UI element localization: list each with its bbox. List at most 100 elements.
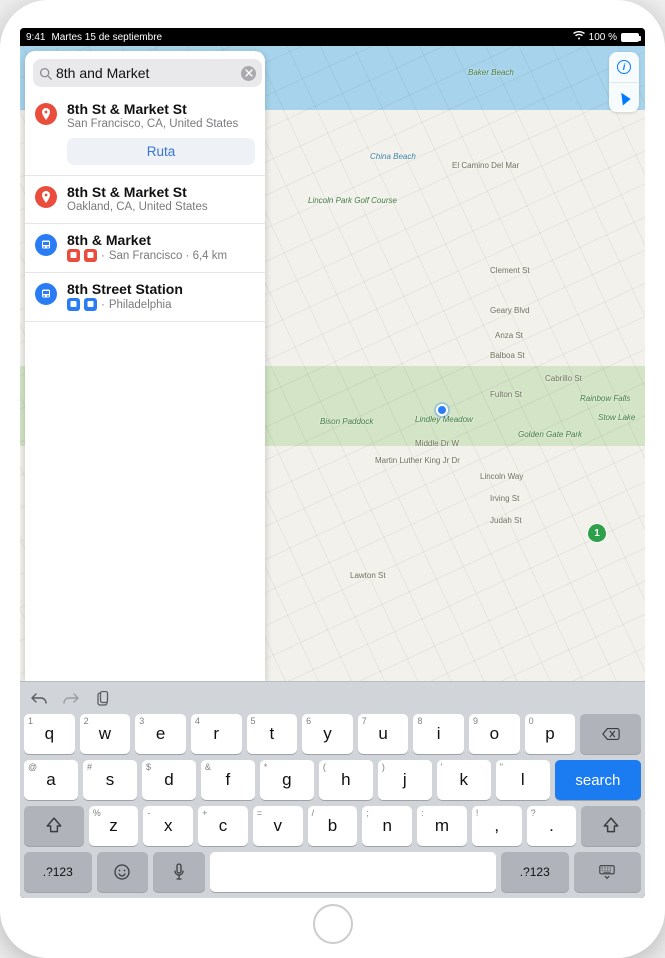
key-search[interactable]: search bbox=[555, 760, 641, 800]
result-title: 8th St & Market St bbox=[67, 101, 255, 117]
key-q[interactable]: 1q bbox=[24, 714, 75, 754]
map-label: Geary Blvd bbox=[490, 306, 530, 315]
key-o[interactable]: 9o bbox=[469, 714, 520, 754]
search-row: Cancelar bbox=[25, 51, 265, 93]
key-r[interactable]: 4r bbox=[191, 714, 242, 754]
redo-button[interactable] bbox=[62, 690, 80, 708]
map-label: Lindley Meadow bbox=[415, 415, 473, 424]
map-label: Balboa St bbox=[490, 351, 525, 360]
map-label: El Camino Del Mar bbox=[452, 161, 519, 170]
key-v[interactable]: =v bbox=[253, 806, 303, 846]
key-k[interactable]: 'k bbox=[437, 760, 491, 800]
clipboard-button[interactable] bbox=[94, 690, 112, 708]
key-x[interactable]: -x bbox=[143, 806, 193, 846]
key-a[interactable]: @a bbox=[24, 760, 78, 800]
location-arrow-icon bbox=[617, 89, 630, 105]
key-s[interactable]: #s bbox=[83, 760, 137, 800]
map-label: Baker Beach bbox=[468, 68, 514, 77]
search-result[interactable]: 8th St & Market StSan Francisco, CA, Uni… bbox=[25, 93, 265, 176]
key-g[interactable]: *g bbox=[260, 760, 314, 800]
key-h[interactable]: (h bbox=[319, 760, 373, 800]
user-location-dot bbox=[436, 404, 448, 416]
result-subtitle: San Francisco, CA, United States bbox=[67, 118, 238, 130]
result-subtitle: Oakland, CA, United States bbox=[67, 201, 208, 213]
transit-line-icon bbox=[84, 249, 97, 262]
battery-percentage: 100 % bbox=[589, 32, 617, 43]
key-n[interactable]: ;n bbox=[362, 806, 412, 846]
route-button[interactable]: Ruta bbox=[67, 138, 255, 165]
search-input[interactable] bbox=[56, 65, 237, 81]
key-dictation[interactable] bbox=[153, 852, 205, 892]
home-button[interactable] bbox=[313, 904, 353, 944]
key-space[interactable] bbox=[210, 852, 496, 892]
key-emoji[interactable] bbox=[97, 852, 149, 892]
result-title: 8th & Market bbox=[67, 232, 255, 248]
transit-line-icon bbox=[67, 298, 80, 311]
info-icon: i bbox=[617, 60, 631, 74]
transit-line-icon bbox=[84, 298, 97, 311]
clear-search-button[interactable] bbox=[241, 66, 256, 81]
key-symbols-right[interactable]: .?123 bbox=[501, 852, 569, 892]
status-bar: 9:41 Martes 15 de septiembre 100 % bbox=[20, 28, 645, 46]
key-j[interactable]: )j bbox=[378, 760, 432, 800]
keyboard: 1q2w3e4r5t6y7u8i9o0p @a#s$d&f*g(h)j'k"ls… bbox=[20, 681, 645, 898]
key-dismiss-keyboard[interactable] bbox=[574, 852, 642, 892]
map-label: Golden Gate Park bbox=[518, 430, 582, 439]
key-z[interactable]: %z bbox=[89, 806, 139, 846]
key-f[interactable]: &f bbox=[201, 760, 255, 800]
map-label: Middle Dr W bbox=[415, 439, 459, 448]
result-title: 8th Street Station bbox=[67, 281, 255, 297]
keyboard-toolbar bbox=[24, 686, 641, 714]
search-result[interactable]: 8th St & Market StOakland, CA, United St… bbox=[25, 176, 265, 224]
map-label: Stow Lake bbox=[598, 413, 635, 422]
result-subtitle: San Francisco · 6,4 km bbox=[109, 250, 227, 262]
status-date: Martes 15 de septiembre bbox=[51, 32, 162, 43]
key-c[interactable]: +c bbox=[198, 806, 248, 846]
key-t[interactable]: 5t bbox=[247, 714, 298, 754]
search-results: 8th St & Market StSan Francisco, CA, Uni… bbox=[25, 93, 265, 322]
key-w[interactable]: 2w bbox=[80, 714, 131, 754]
highway-shield: 1 bbox=[588, 524, 606, 542]
clear-x-icon bbox=[245, 69, 253, 77]
map-label: Lawton St bbox=[350, 571, 386, 580]
key-i[interactable]: 8i bbox=[413, 714, 464, 754]
key-symbols[interactable]: .?123 bbox=[24, 852, 92, 892]
key-u[interactable]: 7u bbox=[358, 714, 409, 754]
search-field[interactable] bbox=[33, 59, 262, 87]
status-time: 9:41 bbox=[26, 32, 45, 43]
undo-button[interactable] bbox=[30, 690, 48, 708]
key-.[interactable]: ?. bbox=[527, 806, 577, 846]
key-m[interactable]: :m bbox=[417, 806, 467, 846]
battery-icon bbox=[621, 33, 639, 42]
search-result[interactable]: 8th & Market · San Francisco · 6,4 km bbox=[25, 224, 265, 273]
key-p[interactable]: 0p bbox=[525, 714, 576, 754]
pin-icon bbox=[35, 186, 57, 208]
map-controls: i bbox=[609, 52, 639, 112]
map-label: Lincoln Park Golf Course bbox=[308, 196, 397, 205]
key-y[interactable]: 6y bbox=[302, 714, 353, 754]
key-l[interactable]: "l bbox=[496, 760, 550, 800]
key-delete[interactable] bbox=[580, 714, 641, 754]
transit-line-icon bbox=[67, 249, 80, 262]
info-button[interactable]: i bbox=[609, 52, 639, 82]
transit-icon bbox=[35, 234, 57, 256]
key-d[interactable]: $d bbox=[142, 760, 196, 800]
key-shift-right[interactable] bbox=[581, 806, 641, 846]
app-area: Baker BeachChina BeachEl Camino Del MarL… bbox=[20, 46, 645, 681]
locate-button[interactable] bbox=[609, 82, 639, 112]
key-e[interactable]: 3e bbox=[135, 714, 186, 754]
map-label: Lincoln Way bbox=[480, 472, 523, 481]
key-,[interactable]: !, bbox=[472, 806, 522, 846]
screen: 9:41 Martes 15 de septiembre 100 % Baker… bbox=[20, 28, 645, 898]
key-shift-left[interactable] bbox=[24, 806, 84, 846]
map-label: Cabrillo St bbox=[545, 374, 582, 383]
delete-icon bbox=[602, 725, 620, 743]
map-label: Judah St bbox=[490, 516, 522, 525]
map-label: Clement St bbox=[490, 266, 530, 275]
shift-icon bbox=[602, 817, 620, 835]
pin-icon bbox=[35, 103, 57, 125]
map-label: Rainbow Falls bbox=[580, 394, 630, 403]
search-result[interactable]: 8th Street Station · Philadelphia bbox=[25, 273, 265, 322]
key-b[interactable]: /b bbox=[308, 806, 358, 846]
map-label: Fulton St bbox=[490, 390, 522, 399]
